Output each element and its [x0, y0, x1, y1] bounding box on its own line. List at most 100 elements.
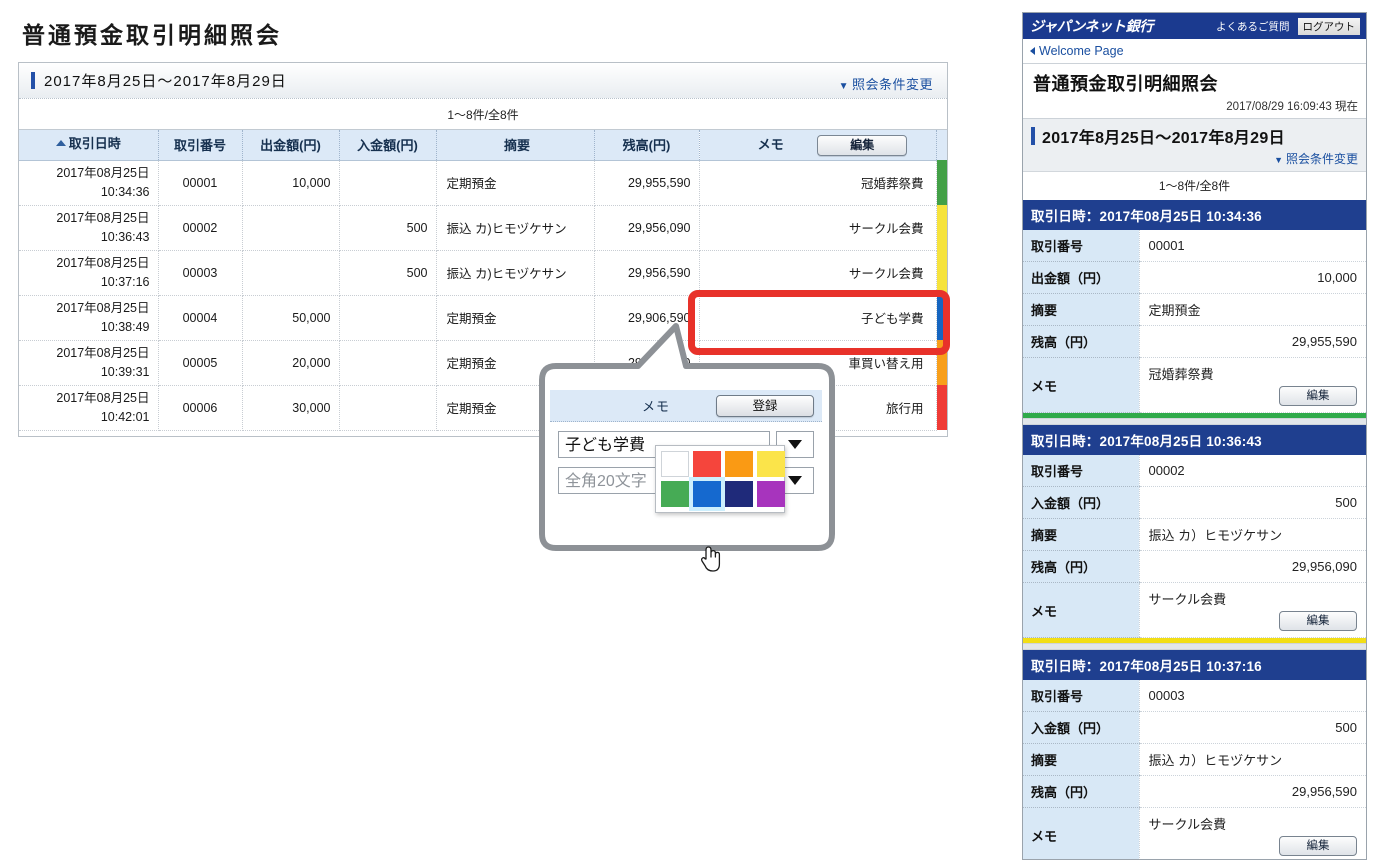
color-strip	[936, 160, 947, 205]
color-palette-popup[interactable]	[655, 445, 785, 513]
cell-balance: 29,956,090	[594, 205, 700, 251]
col-header-date-label: 取引日時	[68, 136, 121, 152]
table-row[interactable]: 2017年08月25日 10:37:16 00003 500 振込 カ)ヒモヅケサ…	[19, 250, 947, 296]
breadcrumb-link[interactable]: Welcome Page	[1039, 44, 1124, 58]
edit-all-button[interactable]: 編集	[817, 134, 908, 156]
mobile-preview-panel: ジャパンネット銀行 よくあるご質問 ログアウト Welcome Page 普通預…	[1022, 12, 1367, 860]
cell-in	[339, 295, 437, 341]
cell-color-strip	[936, 250, 947, 295]
col-header-in[interactable]: 入金額(円)	[339, 130, 437, 161]
card-label-amount: 入金額（円）	[1023, 711, 1139, 744]
chevron-down-icon: ▼	[838, 81, 849, 92]
color-swatch-navy[interactable]	[725, 481, 753, 507]
card-edit-button[interactable]: 編集	[1279, 386, 1357, 406]
mobile-change-conditions-link[interactable]: ▼ 照会条件変更	[1031, 150, 1358, 167]
chevron-down-icon: ▼	[1274, 155, 1283, 165]
col-header-balance[interactable]: 残高(円)	[594, 130, 700, 161]
card-value-balance: 29,955,590	[1138, 325, 1366, 358]
change-conditions-link[interactable]: ▼ 照会条件変更	[839, 74, 933, 93]
card-label-balance: 残高（円）	[1023, 775, 1139, 808]
cell-date-ymd: 2017年08月25日	[56, 211, 150, 226]
cell-no: 00006	[158, 385, 243, 431]
color-strip	[936, 385, 947, 430]
card-label-memo: メモ	[1023, 357, 1139, 413]
color-swatch-orange[interactable]	[725, 451, 753, 477]
cell-no: 00005	[158, 340, 243, 386]
mobile-title-box: 普通預金取引明細照会 2017/08/29 16:09:43 現在	[1023, 64, 1366, 119]
col-header-desc[interactable]: 摘要	[436, 130, 595, 161]
color-strip	[936, 295, 947, 340]
table-row[interactable]: 2017年08月25日 10:34:36 00001 10,000 定期預金 29…	[19, 160, 947, 206]
card-label-desc: 摘要	[1023, 293, 1139, 326]
card-value-memo-cell: 冠婚葬祭費 編集	[1138, 357, 1366, 413]
cell-date-time: 10:42:01	[100, 409, 150, 424]
color-swatch-purple[interactable]	[757, 481, 785, 507]
cell-desc: 振込 カ)ヒモヅケサン	[436, 205, 595, 251]
col-header-memo: メモ 編集	[699, 130, 937, 161]
cell-memo[interactable]: サークル会費	[699, 250, 937, 296]
cell-date: 2017年08月25日 10:36:43	[19, 205, 159, 251]
cell-memo[interactable]: 冠婚葬祭費	[699, 160, 937, 206]
transaction-card: 取引日時：2017年08月25日 10:36:43 取引番号 00002 入金額…	[1023, 425, 1366, 650]
cell-balance: 29,956,590	[594, 250, 700, 296]
memo-dialog: メモ 登録 子ども学費 全角20文字	[550, 390, 822, 572]
color-swatch-red[interactable]	[693, 451, 721, 477]
cell-out: 30,000	[242, 385, 340, 431]
color-swatch-green[interactable]	[661, 481, 689, 507]
period-label: 2017年8月25日～2017年8月29日	[44, 73, 287, 90]
color-swatch-yellow[interactable]	[757, 451, 785, 477]
cell-date-time: 10:36:43	[100, 229, 150, 244]
memo-dialog-title: メモ	[641, 399, 670, 414]
card-row-amount: 入金額（円） 500	[1023, 711, 1366, 744]
accent-bar	[31, 72, 35, 89]
cell-date-time: 10:38:49	[100, 319, 150, 334]
card-row-amount: 出金額（円） 10,000	[1023, 261, 1366, 294]
cell-date-ymd: 2017年08月25日	[56, 391, 150, 406]
cell-out: 20,000	[242, 340, 340, 386]
hand-cursor-icon	[700, 546, 721, 572]
cell-desc: 定期預金	[436, 160, 595, 206]
cell-no: 00002	[158, 205, 243, 251]
card-label-no: 取引番号	[1023, 230, 1139, 262]
card-edit-button[interactable]: 編集	[1279, 836, 1357, 856]
cell-no: 00003	[158, 250, 243, 296]
card-value-balance: 29,956,590	[1138, 775, 1366, 808]
col-header-no[interactable]: 取引番号	[158, 130, 243, 161]
card-edit-button[interactable]: 編集	[1279, 611, 1357, 631]
cell-date: 2017年08月25日 10:38:49	[19, 295, 159, 341]
change-conditions-label: 照会条件変更	[851, 77, 933, 92]
card-header: 取引日時：2017年08月25日 10:37:16	[1023, 650, 1366, 680]
card-value-no: 00002	[1138, 455, 1366, 487]
card-label-desc: 摘要	[1023, 743, 1139, 776]
cell-color-strip	[936, 205, 947, 250]
accent-bar	[1031, 127, 1035, 145]
card-label-no: 取引番号	[1023, 680, 1139, 712]
faq-link[interactable]: よくあるご質問	[1216, 19, 1290, 34]
card-memo-text: 冠婚葬祭費	[1148, 367, 1214, 382]
cell-date: 2017年08月25日 10:37:16	[19, 250, 159, 296]
color-swatch-blue[interactable]	[689, 477, 725, 511]
col-header-date[interactable]: 取引日時	[19, 130, 159, 161]
cell-memo[interactable]: サークル会費	[699, 205, 937, 251]
card-memo-button-row: 編集	[1149, 836, 1357, 856]
table-row[interactable]: 2017年08月25日 10:36:43 00002 500 振込 カ)ヒモヅケサ…	[19, 205, 947, 251]
color-swatch-white[interactable]	[661, 451, 689, 477]
color-strip	[936, 340, 947, 385]
card-label-balance: 残高（円）	[1023, 325, 1139, 358]
register-button[interactable]: 登録	[716, 394, 814, 417]
card-value-desc: 振込 カ）ヒモヅケサン	[1138, 743, 1366, 776]
card-memo-text: サークル会費	[1148, 592, 1227, 607]
col-header-memo-label: メモ	[757, 136, 784, 152]
mobile-period-box: 2017年8月25日～2017年8月29日 ▼ 照会条件変更	[1023, 119, 1366, 172]
card-row-no: 取引番号 00002	[1023, 455, 1366, 487]
card-row-no: 取引番号 00003	[1023, 680, 1366, 712]
col-header-out[interactable]: 出金額(円)	[242, 130, 340, 161]
logout-button[interactable]: ログアウト	[1296, 16, 1361, 36]
card-value-amount: 500	[1138, 711, 1366, 744]
cell-no: 00001	[158, 160, 243, 206]
breadcrumb[interactable]: Welcome Page	[1023, 39, 1366, 64]
col-header-color-strip	[936, 130, 947, 160]
card-row-desc: 摘要 振込 カ）ヒモヅケサン	[1023, 743, 1366, 776]
card-table: 取引番号 00001 出金額（円） 10,000 摘要 定期預金 残高（円） 2…	[1023, 230, 1366, 413]
color-strip	[936, 205, 947, 250]
